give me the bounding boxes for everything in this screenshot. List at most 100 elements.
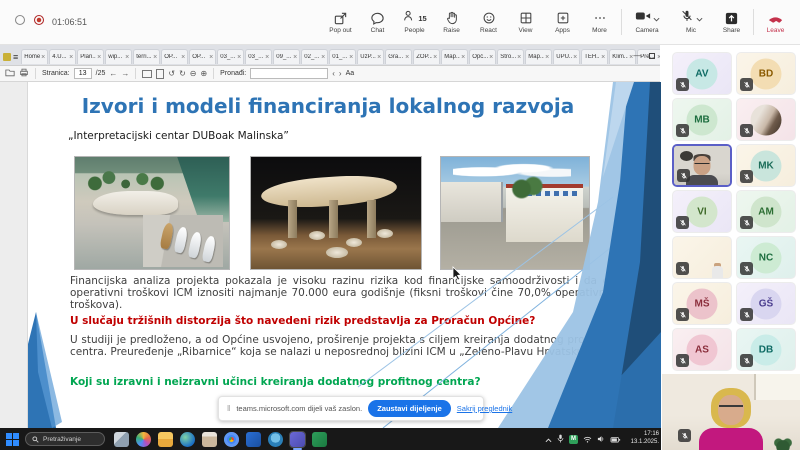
- tab-close-icon[interactable]: ×: [97, 54, 101, 61]
- chrome-icon[interactable]: [224, 432, 239, 447]
- browser-tab[interactable]: Home×: [21, 49, 48, 64]
- pdf-side-panel[interactable]: [0, 82, 28, 428]
- browser-tab[interactable]: 4.U...×: [49, 49, 76, 64]
- mic-button[interactable]: Mic: [669, 10, 713, 34]
- raise-hand-button[interactable]: Raise: [433, 10, 470, 34]
- pause-share-icon[interactable]: ‖: [227, 404, 230, 413]
- browser-tab[interactable]: UPU...×: [553, 49, 580, 64]
- zoom-out-icon[interactable]: ⊖: [190, 69, 197, 78]
- task-view-icon[interactable]: [114, 432, 129, 447]
- browser-tab[interactable]: Plan...×: [77, 49, 104, 64]
- camera-chevron-icon[interactable]: [653, 9, 660, 27]
- browser-tab[interactable]: OP...×: [161, 49, 188, 64]
- tray-m365-icon[interactable]: M: [569, 435, 578, 444]
- chat-button[interactable]: Chat: [359, 10, 396, 34]
- camera-button[interactable]: Camera: [625, 10, 669, 34]
- tab-close-icon[interactable]: ×: [349, 54, 353, 61]
- file-explorer-icon[interactable]: [158, 432, 173, 447]
- tray-chevron-icon[interactable]: [545, 430, 552, 448]
- more-button[interactable]: More: [581, 10, 618, 34]
- page-number-input[interactable]: [74, 68, 92, 79]
- stop-sharing-button[interactable]: Zaustavi dijeljenje: [368, 400, 451, 417]
- react-button[interactable]: React: [470, 10, 507, 34]
- menu-hamburger-icon[interactable]: ≡: [13, 52, 18, 62]
- tray-battery-icon[interactable]: [610, 430, 621, 448]
- open-file-icon[interactable]: [5, 68, 15, 79]
- browser-tab[interactable]: Map...×: [525, 49, 552, 64]
- excel-icon[interactable]: [312, 432, 327, 447]
- tab-close-icon[interactable]: ×: [41, 54, 45, 61]
- popout-button[interactable]: Pop out: [322, 10, 359, 34]
- view-button[interactable]: View: [507, 10, 544, 34]
- browser-tab[interactable]: OP...×: [189, 49, 216, 64]
- tab-close-icon[interactable]: ×: [209, 54, 213, 61]
- hide-browser-link[interactable]: Sakrij preglednik: [457, 404, 512, 413]
- browser-tab[interactable]: Map...×: [441, 49, 468, 64]
- tab-close-icon[interactable]: ×: [181, 54, 185, 61]
- participant-video-large[interactable]: [662, 374, 800, 450]
- tab-close-icon[interactable]: ×: [517, 54, 521, 61]
- tab-close-icon[interactable]: ×: [545, 54, 549, 61]
- tab-close-icon[interactable]: ×: [405, 54, 409, 61]
- browser-tab[interactable]: 03_...×: [217, 49, 244, 64]
- browser-tab[interactable]: Stro...×: [497, 49, 524, 64]
- teams-app-icon[interactable]: [290, 432, 305, 447]
- share-button[interactable]: Share: [713, 10, 750, 34]
- tab-close-icon[interactable]: ×: [153, 54, 157, 61]
- participant-tile[interactable]: BD: [736, 52, 796, 95]
- start-button[interactable]: [6, 433, 19, 446]
- browser-tab[interactable]: ZOP...×: [413, 49, 440, 64]
- participant-tile-active-speaker[interactable]: [672, 144, 732, 187]
- maximize-button[interactable]: [649, 53, 655, 59]
- zoom-in-icon[interactable]: ⊕: [200, 69, 207, 78]
- browser-tab[interactable]: UzP...×: [357, 49, 384, 64]
- previous-page-icon[interactable]: ←: [109, 69, 117, 78]
- participant-tile[interactable]: MK: [736, 144, 796, 187]
- rotate-right-icon[interactable]: ↻: [179, 69, 186, 78]
- tab-close-icon[interactable]: ×: [573, 54, 577, 61]
- edge-icon[interactable]: [180, 432, 195, 447]
- participant-tile[interactable]: VI: [672, 190, 732, 233]
- browser-tab[interactable]: 01_...×: [329, 49, 356, 64]
- fit-page-icon[interactable]: [156, 69, 164, 79]
- browser-tab[interactable]: Klim...×: [609, 49, 636, 64]
- store-icon[interactable]: [202, 432, 217, 447]
- participant-tile[interactable]: [736, 98, 796, 141]
- tab-close-icon[interactable]: ×: [69, 54, 73, 61]
- participant-tile[interactable]: AS: [672, 328, 732, 371]
- find-previous-icon[interactable]: ‹: [332, 69, 335, 78]
- apps-button[interactable]: Apps: [544, 10, 581, 34]
- tab-close-icon[interactable]: ×: [321, 54, 325, 61]
- participant-tile[interactable]: [672, 236, 732, 279]
- minimize-button[interactable]: —: [633, 51, 641, 60]
- tab-close-icon[interactable]: ×: [461, 54, 465, 61]
- next-page-icon[interactable]: →: [121, 69, 129, 78]
- browser-tab[interactable]: 02_...×: [301, 49, 328, 64]
- tray-mic-icon[interactable]: [557, 430, 564, 448]
- browser-tab[interactable]: Opć...×: [469, 49, 496, 64]
- tab-close-icon[interactable]: ×: [433, 54, 437, 61]
- taskbar-search[interactable]: Pretraživanje: [25, 432, 105, 446]
- fit-width-icon[interactable]: [142, 70, 152, 78]
- match-case-toggle[interactable]: Aa: [346, 70, 355, 77]
- browser-tab[interactable]: TEH...×: [581, 49, 608, 64]
- participant-tile[interactable]: MŠ: [672, 282, 732, 325]
- print-icon[interactable]: [19, 68, 29, 79]
- participant-tile[interactable]: AM: [736, 190, 796, 233]
- tray-volume-icon[interactable]: [597, 430, 605, 448]
- tab-close-icon[interactable]: ×: [601, 54, 605, 61]
- rotate-left-icon[interactable]: ↺: [168, 69, 175, 78]
- participant-tile[interactable]: DB: [736, 328, 796, 371]
- tab-close-icon[interactable]: ×: [265, 54, 269, 61]
- leave-button[interactable]: Leave: [757, 10, 794, 34]
- tab-close-icon[interactable]: ×: [489, 54, 493, 61]
- participant-tile[interactable]: GŠ: [736, 282, 796, 325]
- tray-wifi-icon[interactable]: [583, 430, 592, 448]
- tab-close-icon[interactable]: ×: [293, 54, 297, 61]
- taskbar-clock[interactable]: 17:16 13.1.2025.: [623, 430, 659, 446]
- participant-tile[interactable]: MB: [672, 98, 732, 141]
- tab-close-icon[interactable]: ×: [237, 54, 241, 61]
- find-input[interactable]: [250, 68, 328, 79]
- participant-tile[interactable]: AV: [672, 52, 732, 95]
- tab-close-icon[interactable]: ×: [377, 54, 381, 61]
